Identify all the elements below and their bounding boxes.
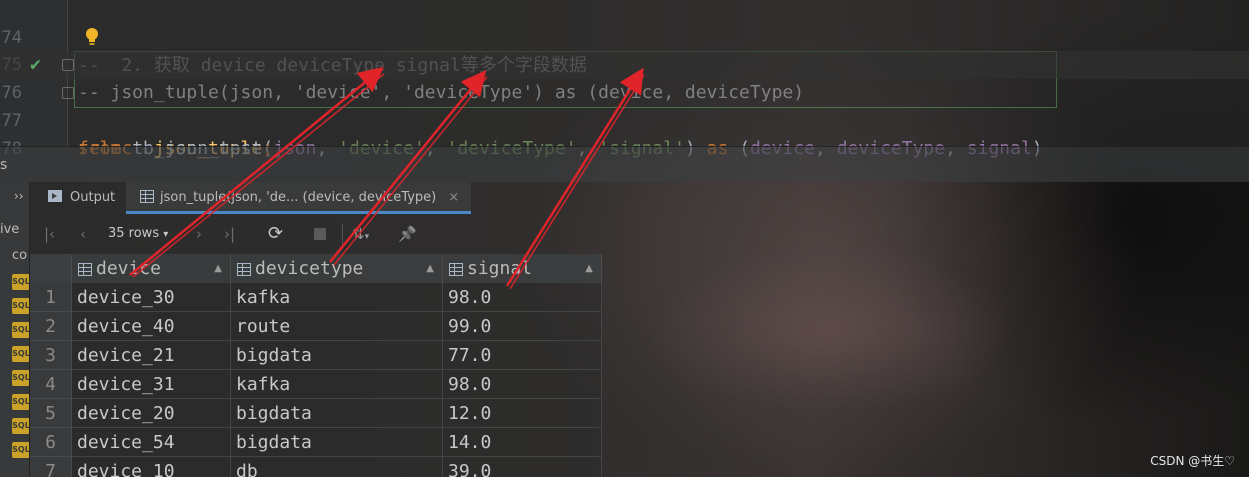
column-header-label: devicetype [255,258,364,279]
tab-result-label: json_tuple(json, 'de... (device, deviceT… [160,190,437,205]
table-cell[interactable]: 99.0 [443,312,602,341]
table-row[interactable]: 3 device_21 bigdata 77.0 [30,341,602,370]
table-cell[interactable]: 98.0 [443,283,602,312]
table-cell[interactable]: kafka [231,283,443,312]
refresh-icon[interactable]: ⟳ [268,223,283,245]
services-tree-panel[interactable]: ›› ive co SQL SQL SQL SQL SQL SQL SQL SQ… [0,182,30,477]
table-icon [140,190,154,203]
sql-file-icon[interactable]: SQL [12,394,29,410]
rows-count-label: 35 rows [108,226,160,241]
table-cell[interactable]: 12.0 [443,399,602,428]
table-cell[interactable]: kafka [231,370,443,399]
row-number: 4 [30,370,72,399]
code-line-76[interactable]: 76 ✔ select json_tuple(json, 'device', '… [0,51,1249,159]
table-cell[interactable]: device_30 [72,283,231,312]
table-cell[interactable]: device_10 [72,457,231,477]
chevron-down-icon: ▾ [364,232,370,242]
column-header-signal[interactable]: signal ▲ [443,254,602,283]
toolbar-separator [342,224,343,244]
fold-marker-icon[interactable] [62,59,74,71]
close-icon[interactable]: × [448,190,459,205]
chevron-down-icon: ▾ [163,229,169,240]
first-page-button[interactable]: |‹ [44,223,55,245]
sql-file-icon[interactable]: SQL [12,298,29,314]
column-icon [237,263,251,276]
row-number-header [30,254,72,283]
table-cell[interactable]: bigdata [231,428,443,457]
next-page-button[interactable]: › [196,223,202,245]
row-number: 1 [30,283,72,312]
tree-item-console[interactable]: co [12,248,27,263]
watermark: CSDN @书生♡ [1150,454,1235,468]
sort-icon[interactable]: ▲ [426,254,434,283]
column-header-device[interactable]: device ▲ [72,254,231,283]
column-header-label: signal [467,258,533,279]
row-number: 6 [30,428,72,457]
table-cell[interactable]: device_40 [72,312,231,341]
table-row[interactable]: 6 device_54 bigdata 14.0 [30,428,602,457]
table-cell[interactable]: device_21 [72,341,231,370]
column-header-devicetype[interactable]: devicetype ▲ [231,254,443,283]
tab-query-result[interactable]: json_tuple(json, 'de... (device, deviceT… [126,182,472,214]
code-line-75[interactable]: 75 -- json_tuple(json, 'device', 'device… [0,23,1249,103]
console-icon [48,190,62,202]
services-tool-window-header: s [0,146,1249,182]
code-line-74[interactable]: 74 -- 2. 获取 device deviceType signal等多个字… [0,0,1249,76]
sort-icon[interactable]: ▲ [585,254,593,283]
last-page-button[interactable]: ›| [224,223,235,245]
table-header: device ▲ devicetype ▲ signal ▲ [30,254,602,283]
stop-icon[interactable] [314,228,326,240]
sql-editor[interactable]: 74 -- 2. 获取 device deviceType signal等多个字… [0,0,1249,159]
sql-file-icon[interactable]: SQL [12,346,29,362]
table-row[interactable]: 2 device_40 route 99.0 [30,312,602,341]
row-number: 5 [30,399,72,428]
tab-output-label: Output [70,190,116,205]
tab-output[interactable]: Output [48,182,115,214]
lightbulb-icon[interactable] [84,26,100,48]
table-cell[interactable]: 77.0 [443,341,602,370]
code-line-77[interactable]: 77 from tb_json_test; [0,79,1249,159]
previous-page-button[interactable]: ‹ [80,223,86,245]
table-row[interactable]: 4 device_31 kafka 98.0 [30,370,602,399]
sql-file-icon[interactable]: SQL [12,418,29,434]
table-cell[interactable]: device_31 [72,370,231,399]
table-row[interactable]: 7 device_10 db 39.0 [30,457,602,477]
column-icon [449,263,463,276]
result-toolbar: |‹ ‹ 35 rows ▾ › ›| ⟳ ⇅▾ 📌 [30,214,460,254]
sql-file-icon[interactable]: SQL [12,322,29,338]
row-number: 2 [30,312,72,341]
table-cell[interactable]: route [231,312,443,341]
row-number: 3 [30,341,72,370]
fold-marker-icon[interactable] [62,87,74,99]
table-cell[interactable]: bigdata [231,341,443,370]
tree-item-hive[interactable]: ive [0,222,19,237]
code-line-78[interactable]: 78 [0,107,1249,159]
table-row[interactable]: 5 device_20 bigdata 12.0 [30,399,602,428]
sql-file-icon[interactable]: SQL [12,370,29,386]
pin-tab-icon[interactable]: 📌 [398,223,417,245]
table-cell[interactable]: 98.0 [443,370,602,399]
table-cell[interactable]: device_54 [72,428,231,457]
row-number: 7 [30,457,72,477]
tool-window-title: s [0,157,8,173]
sort-icon[interactable]: ▲ [214,254,222,283]
table-cell[interactable]: device_20 [72,399,231,428]
result-tabs: Output json_tuple(json, 'de... (device, … [30,182,472,214]
table-cell[interactable]: db [231,457,443,477]
column-header-label: device [96,258,162,279]
sql-file-icon[interactable]: SQL [12,274,29,290]
table-cell[interactable]: 39.0 [443,457,602,477]
sql-file-icon[interactable]: SQL [12,442,29,458]
column-icon [78,263,92,276]
page-size-dropdown[interactable]: 35 rows ▾ [108,223,168,245]
table-cell[interactable]: 14.0 [443,428,602,457]
expand-chevron-icon[interactable]: ›› [14,189,24,203]
check-icon: ✔ [30,54,41,75]
transpose-icon[interactable]: ⇅▾ [352,223,369,245]
table-cell[interactable]: bigdata [231,399,443,428]
table-row[interactable]: 1 device_30 kafka 98.0 [30,283,602,312]
